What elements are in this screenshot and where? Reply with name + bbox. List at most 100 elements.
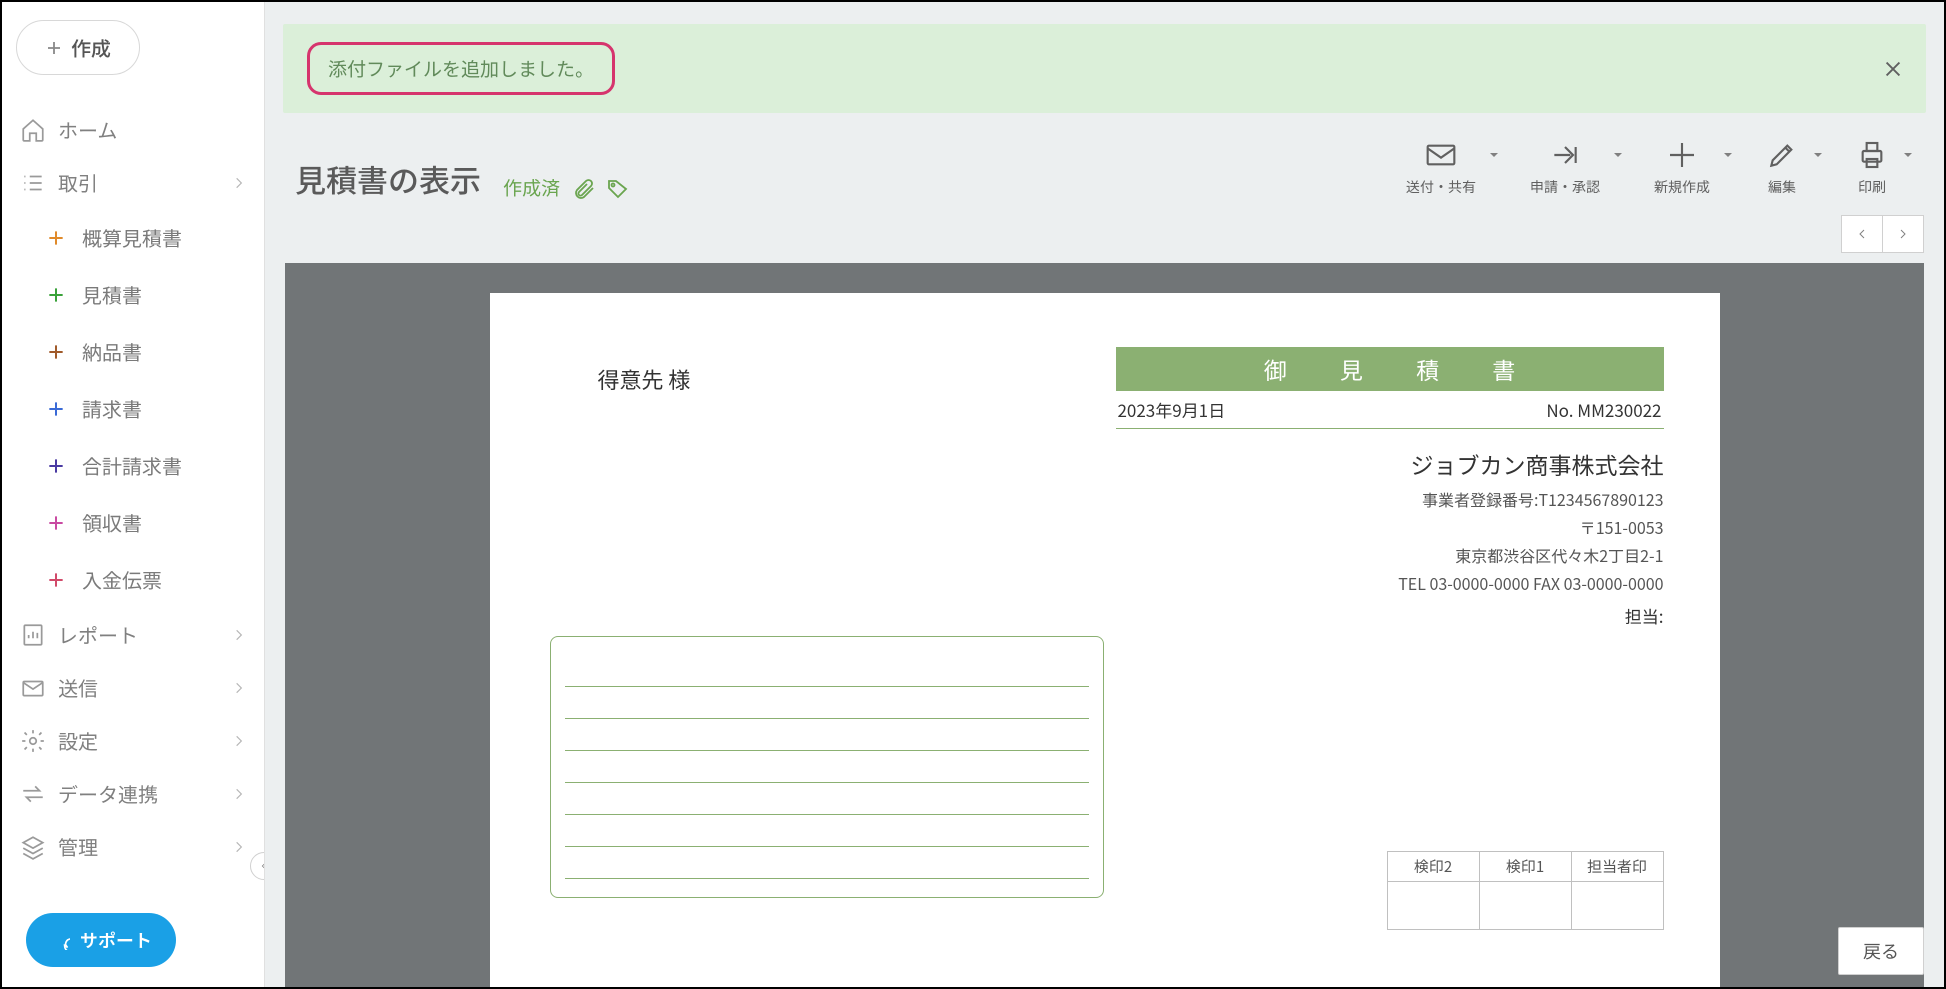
document-number: No. MM230022 bbox=[1546, 397, 1661, 422]
caret-down-icon[interactable] bbox=[1722, 149, 1734, 161]
home-icon bbox=[20, 117, 46, 143]
memo-line bbox=[565, 719, 1089, 751]
company-block: ジョブカン商事株式会社 事業者登録番号:T1234567890123 〒151-… bbox=[1116, 447, 1664, 628]
new-create-button[interactable]: 新規作成 bbox=[1646, 135, 1718, 201]
document-viewport[interactable]: 得意先 様 御 見 積 書 2023年9月1日 No. MM230022 ジョブ… bbox=[285, 263, 1924, 987]
sub-item-label: 納品書 bbox=[82, 337, 142, 366]
memo-box bbox=[550, 636, 1104, 898]
sub-item-invoice[interactable]: 請求書 bbox=[2, 380, 264, 437]
stamp-cell bbox=[1387, 882, 1479, 930]
plus-icon bbox=[46, 342, 66, 362]
toolbar: 送付・共有 申請・承認 新規作成 bbox=[1398, 135, 1914, 201]
sub-item-estimate[interactable]: 見積書 bbox=[2, 266, 264, 323]
nav-item-transactions[interactable]: 取引 bbox=[2, 156, 264, 209]
nav-label: 管理 bbox=[58, 832, 98, 861]
nav-item-send[interactable]: 送信 bbox=[2, 661, 264, 714]
caret-down-icon[interactable] bbox=[1812, 149, 1824, 161]
mail-icon bbox=[20, 675, 46, 701]
nav-item-home[interactable]: ホーム bbox=[2, 103, 264, 156]
caret-down-icon[interactable] bbox=[1612, 149, 1624, 161]
caret-down-icon[interactable] bbox=[1488, 149, 1500, 161]
memo-line bbox=[565, 655, 1089, 687]
nav-item-integration[interactable]: データ連携 bbox=[2, 767, 264, 820]
nav: ホーム 取引 概算見積書 見積書 納品書 bbox=[2, 103, 264, 873]
plus-icon bbox=[46, 456, 66, 476]
toolbar-label: 送付・共有 bbox=[1406, 177, 1476, 197]
close-icon[interactable] bbox=[1882, 58, 1904, 80]
document-banner: 御 見 積 書 2023年9月1日 No. MM230022 ジョブカン商事株式… bbox=[1116, 347, 1664, 628]
person-in-charge: 担当: bbox=[1116, 603, 1664, 628]
layers-icon bbox=[20, 834, 46, 860]
nav-label: 送信 bbox=[58, 673, 98, 702]
print-button[interactable]: 印刷 bbox=[1846, 135, 1898, 201]
back-button[interactable]: 戻る bbox=[1838, 927, 1924, 975]
edit-button[interactable]: 編集 bbox=[1756, 135, 1808, 201]
toolbar-label: 編集 bbox=[1768, 177, 1796, 197]
memo-line bbox=[565, 783, 1089, 815]
company-address: 東京都渋谷区代々木2丁目2-1 bbox=[1116, 543, 1664, 567]
sub-item-deposit[interactable]: 入金伝票 bbox=[2, 551, 264, 608]
chevron-right-icon bbox=[232, 628, 246, 642]
document-page: 得意先 様 御 見 積 書 2023年9月1日 No. MM230022 ジョブ… bbox=[490, 293, 1720, 987]
nav-label: 設定 bbox=[58, 726, 98, 755]
sub-item-label: 請求書 bbox=[82, 394, 142, 423]
document-date: 2023年9月1日 bbox=[1118, 397, 1226, 422]
stamp-header: 検印2 bbox=[1387, 852, 1479, 882]
sub-item-label: 入金伝票 bbox=[82, 565, 162, 594]
nav-label: 取引 bbox=[58, 168, 98, 197]
company-reg-no: 事業者登録番号:T1234567890123 bbox=[1116, 487, 1664, 511]
chevron-left-icon bbox=[1856, 228, 1868, 240]
sub-item-rough-estimate[interactable]: 概算見積書 bbox=[2, 209, 264, 266]
sync-icon bbox=[20, 781, 46, 807]
alert-message: 添付ファイルを追加しました。 bbox=[307, 42, 615, 95]
nav-item-report[interactable]: レポート bbox=[2, 608, 264, 661]
plus-icon bbox=[46, 513, 66, 533]
nav-label: レポート bbox=[58, 620, 138, 649]
sub-item-label: 見積書 bbox=[82, 280, 142, 309]
memo-line bbox=[565, 751, 1089, 783]
pager-prev-button[interactable] bbox=[1841, 215, 1883, 253]
nav-item-admin[interactable]: 管理 bbox=[2, 820, 264, 873]
pager-next-button[interactable] bbox=[1882, 215, 1924, 253]
toolbar-label: 申請・承認 bbox=[1530, 177, 1600, 197]
sub-items: 概算見積書 見積書 納品書 請求書 合計請求書 bbox=[2, 209, 264, 608]
nav-item-settings[interactable]: 設定 bbox=[2, 714, 264, 767]
chat-icon bbox=[50, 930, 70, 950]
pencil-icon bbox=[1764, 139, 1800, 171]
document-title: 御 見 積 書 bbox=[1116, 347, 1664, 391]
support-button[interactable]: サポート bbox=[26, 913, 176, 967]
chevron-right-icon bbox=[232, 681, 246, 695]
recipient-name: 得意先 様 bbox=[598, 363, 691, 395]
sub-item-total-invoice[interactable]: 合計請求書 bbox=[2, 437, 264, 494]
gear-icon bbox=[20, 728, 46, 754]
chevron-right-icon bbox=[232, 176, 246, 190]
attachment-icon[interactable] bbox=[572, 177, 596, 201]
create-button-label: 作成 bbox=[71, 33, 111, 62]
send-share-button[interactable]: 送付・共有 bbox=[1398, 135, 1484, 201]
sub-item-receipt[interactable]: 領収書 bbox=[2, 494, 264, 551]
nav-label: ホーム bbox=[58, 115, 117, 144]
support-label: サポート bbox=[80, 927, 152, 953]
create-button[interactable]: 作成 bbox=[16, 20, 140, 75]
plus-icon bbox=[1664, 139, 1700, 171]
tag-icon[interactable] bbox=[606, 177, 630, 201]
chevron-right-icon bbox=[232, 840, 246, 854]
stamp-cell bbox=[1479, 882, 1571, 930]
sub-item-delivery[interactable]: 納品書 bbox=[2, 323, 264, 380]
document-meta-row: 2023年9月1日 No. MM230022 bbox=[1116, 391, 1664, 429]
list-icon bbox=[20, 170, 46, 196]
memo-line bbox=[565, 687, 1089, 719]
apply-approve-button[interactable]: 申請・承認 bbox=[1522, 135, 1608, 201]
toolbar-label: 新規作成 bbox=[1654, 177, 1710, 197]
forward-icon bbox=[1547, 139, 1583, 171]
company-postal: 〒151-0053 bbox=[1116, 515, 1664, 539]
stamp-cell bbox=[1571, 882, 1663, 930]
stamp-header: 検印1 bbox=[1479, 852, 1571, 882]
stamp-table: 検印2 検印1 担当者印 bbox=[1387, 851, 1664, 930]
mail-icon bbox=[1423, 139, 1459, 171]
caret-down-icon[interactable] bbox=[1902, 149, 1914, 161]
memo-line bbox=[565, 815, 1089, 847]
plus-icon bbox=[45, 39, 63, 57]
sidebar: 作成 ホーム 取引 概算見積書 見積書 bbox=[2, 2, 264, 987]
plus-icon bbox=[46, 228, 66, 248]
